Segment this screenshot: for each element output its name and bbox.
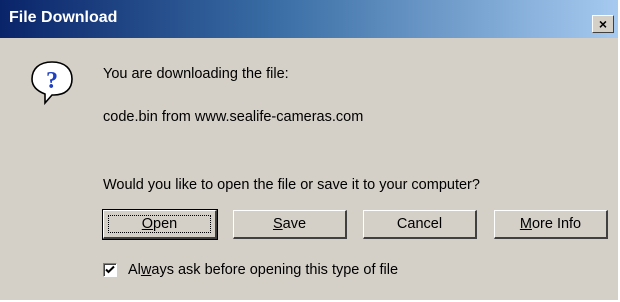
close-button[interactable]: × [592, 15, 614, 33]
save-button-label: Save [272, 216, 307, 232]
question-icon: ? [31, 61, 73, 106]
title-bar[interactable]: File Download × [0, 0, 618, 38]
checkmark-icon [105, 265, 115, 274]
always-ask-checkbox[interactable] [103, 263, 117, 277]
window-title: File Download [9, 9, 118, 26]
cancel-button[interactable]: Cancel [363, 210, 477, 239]
focus-rect [108, 215, 211, 233]
downloading-label: You are downloading the file: [103, 66, 289, 82]
svg-text:?: ? [46, 68, 58, 94]
more-info-button[interactable]: More Info [494, 210, 608, 239]
more-info-button-label: More Info [519, 216, 582, 232]
open-button[interactable]: Open [102, 209, 218, 240]
file-source-text: code.bin from www.sealife-cameras.com [103, 109, 364, 125]
file-download-dialog: File Download × ? You are downloading th… [0, 0, 620, 302]
open-or-save-question: Would you like to open the file or save … [103, 177, 480, 193]
cancel-button-label: Cancel [396, 216, 443, 232]
close-icon: × [598, 16, 608, 32]
always-ask-label[interactable]: Always ask before opening this type of f… [128, 262, 398, 278]
save-button[interactable]: Save [233, 210, 347, 239]
